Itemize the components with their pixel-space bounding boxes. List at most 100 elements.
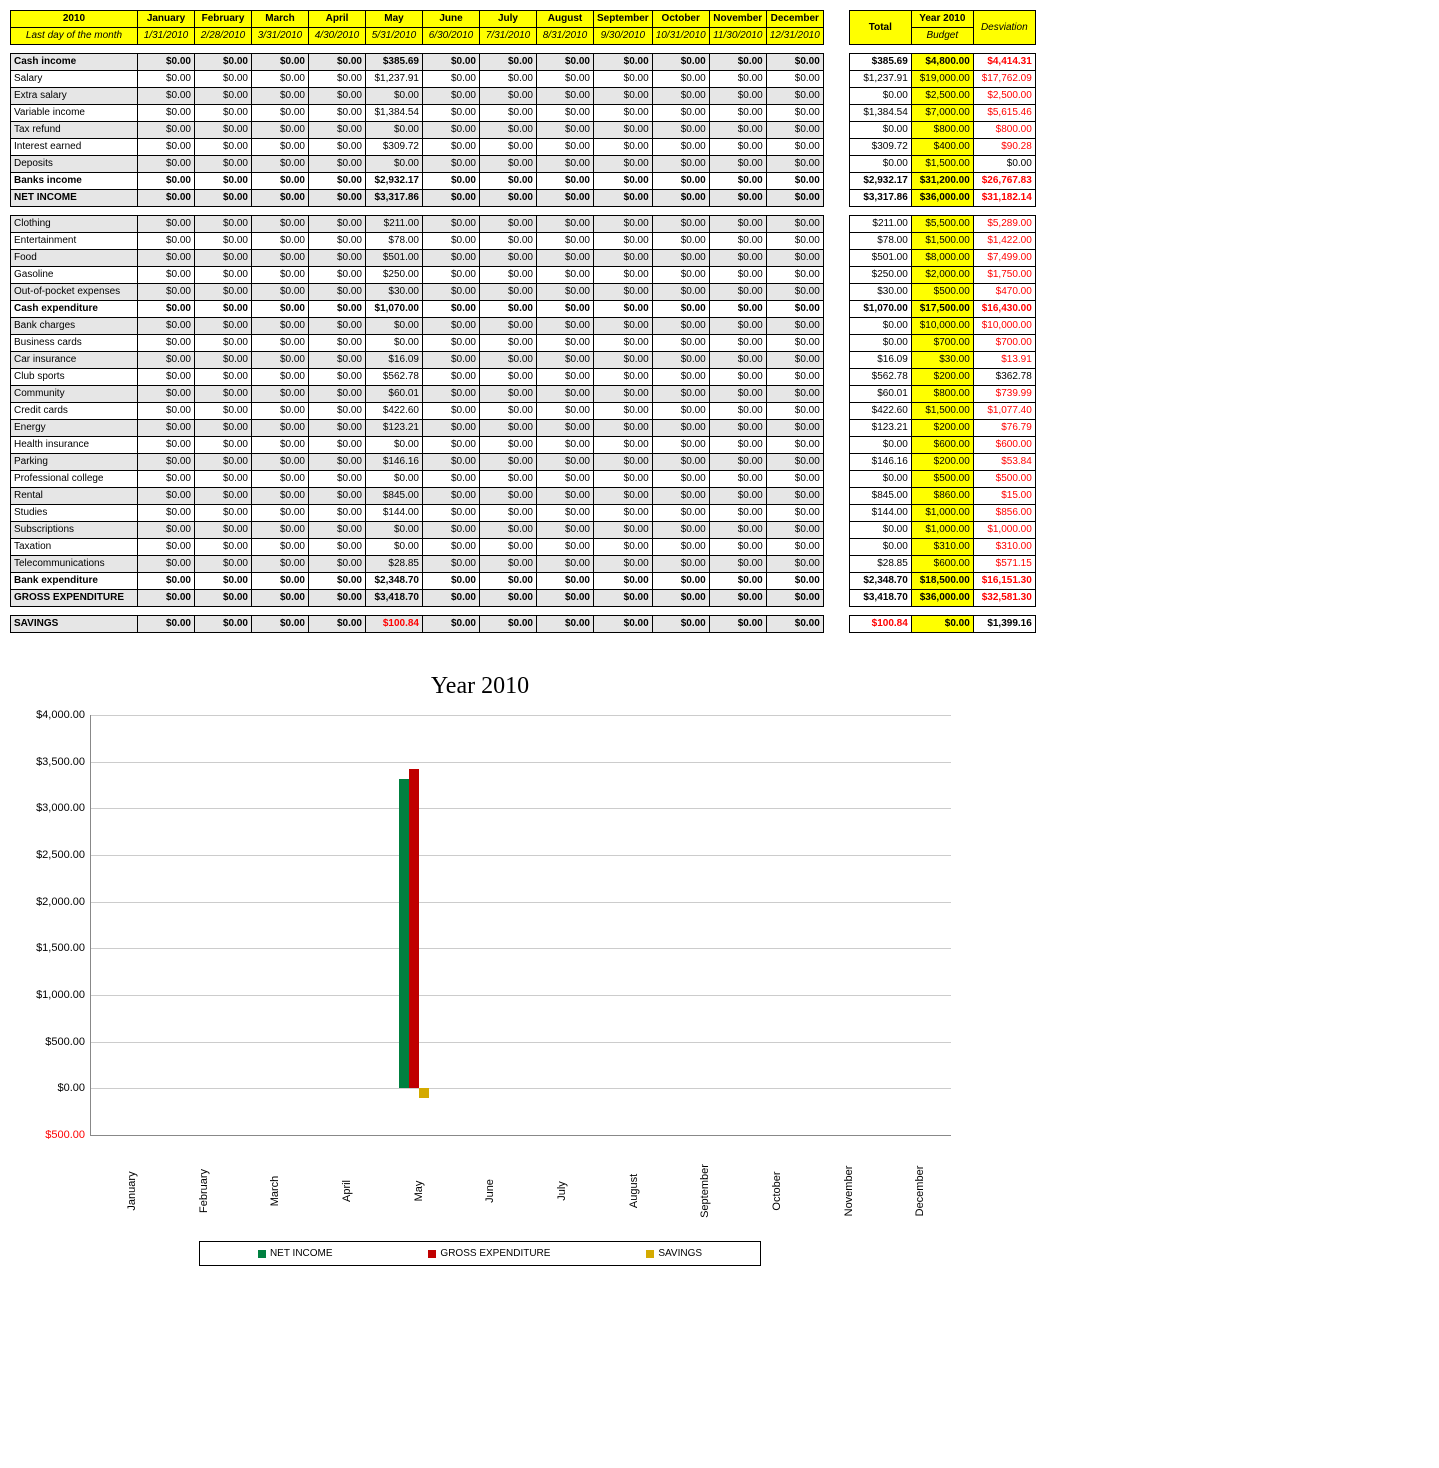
budget-cell: $500.00	[911, 284, 973, 301]
x-tick-label: January	[126, 1171, 138, 1210]
cell-value: $0.00	[309, 471, 366, 488]
deviation-cell: $7,499.00	[973, 250, 1035, 267]
cell-value: $28.85	[366, 556, 423, 573]
cell-value: $0.00	[309, 301, 366, 318]
cell-value: $0.00	[537, 403, 594, 420]
cell-value: $0.00	[709, 122, 766, 139]
cell-value: $3,418.70	[366, 590, 423, 607]
cell-value: $0.00	[195, 190, 252, 207]
row-label: Food	[11, 250, 138, 267]
cell-value: $309.72	[366, 139, 423, 156]
cell-value: $0.00	[652, 156, 709, 173]
cell-value: $0.00	[309, 190, 366, 207]
cell-value: $0.00	[195, 454, 252, 471]
cell-value: $0.00	[195, 352, 252, 369]
cell-value: $0.00	[709, 250, 766, 267]
summary-row: $123.21$200.00$76.79	[849, 420, 1035, 437]
summary-row: $309.72$400.00$90.28	[849, 139, 1035, 156]
cell-value: $0.00	[594, 471, 653, 488]
cell-value: $0.00	[766, 590, 823, 607]
budget-cell: $1,000.00	[911, 522, 973, 539]
cell-value: $0.00	[537, 573, 594, 590]
header-month: September	[594, 11, 653, 28]
cell-value: $0.00	[252, 88, 309, 105]
cell-value: $0.00	[480, 335, 537, 352]
cell-value: $0.00	[652, 267, 709, 284]
total-cell: $501.00	[849, 250, 911, 267]
header-date: 10/31/2010	[652, 28, 709, 45]
cell-value: $0.00	[138, 122, 195, 139]
cell-value: $0.00	[309, 522, 366, 539]
deviation-cell: $600.00	[973, 437, 1035, 454]
cell-value: $0.00	[138, 105, 195, 122]
cell-value: $0.00	[423, 386, 480, 403]
cell-value: $0.00	[195, 105, 252, 122]
y-tick-label: $1,500.00	[36, 942, 91, 954]
summary-row: $250.00$2,000.00$1,750.00	[849, 267, 1035, 284]
cell-value: $0.00	[537, 139, 594, 156]
budget-cell: $800.00	[911, 122, 973, 139]
header-date: 2/28/2010	[195, 28, 252, 45]
cell-value: $0.00	[537, 590, 594, 607]
cell-value: $0.00	[594, 105, 653, 122]
table-row: Cash income$0.00$0.00$0.00$0.00$385.69$0…	[11, 54, 824, 71]
cell-value: $0.00	[252, 105, 309, 122]
cell-value: $0.00	[537, 488, 594, 505]
budget-cell: $18,500.00	[911, 573, 973, 590]
cell-value: $0.00	[594, 539, 653, 556]
cell-value: $0.00	[252, 386, 309, 403]
table-row: Out-of-pocket expenses$0.00$0.00$0.00$0.…	[11, 284, 824, 301]
table-row: Community$0.00$0.00$0.00$0.00$60.01$0.00…	[11, 386, 824, 403]
cell-value: $0.00	[594, 267, 653, 284]
cell-value: $0.00	[480, 386, 537, 403]
deviation-cell: $15.00	[973, 488, 1035, 505]
summary-row: $3,317.86$36,000.00$31,182.14	[849, 190, 1035, 207]
cell-value: $0.00	[252, 284, 309, 301]
cell-value: $0.00	[195, 505, 252, 522]
cell-value: $0.00	[709, 301, 766, 318]
cell-value: $0.00	[195, 488, 252, 505]
cell-value: $0.00	[537, 471, 594, 488]
cell-value: $0.00	[138, 71, 195, 88]
total-cell: $2,932.17	[849, 173, 911, 190]
budget-cell: $36,000.00	[911, 590, 973, 607]
cell-value: $0.00	[309, 318, 366, 335]
cell-value: $0.00	[138, 539, 195, 556]
cell-value: $0.00	[594, 173, 653, 190]
budget-cell: $10,000.00	[911, 318, 973, 335]
cell-value: $0.00	[766, 250, 823, 267]
table-row: Tax refund$0.00$0.00$0.00$0.00$0.00$0.00…	[11, 122, 824, 139]
cell-value: $0.00	[537, 233, 594, 250]
budget-cell: $200.00	[911, 420, 973, 437]
cell-value: $0.00	[138, 369, 195, 386]
cell-value: $0.00	[252, 301, 309, 318]
row-label: Studies	[11, 505, 138, 522]
row-label: Entertainment	[11, 233, 138, 250]
summary-header: Year 2010	[911, 11, 973, 28]
cell-value: $0.00	[138, 233, 195, 250]
cell-value: $0.00	[138, 437, 195, 454]
total-cell: $3,317.86	[849, 190, 911, 207]
budget-cell: $4,800.00	[911, 54, 973, 71]
cell-value: $0.00	[709, 454, 766, 471]
cell-value: $0.00	[480, 318, 537, 335]
table-row: Bank charges$0.00$0.00$0.00$0.00$0.00$0.…	[11, 318, 824, 335]
total-cell: $211.00	[849, 216, 911, 233]
cell-value: $0.00	[138, 88, 195, 105]
row-label: GROSS EXPENDITURE	[11, 590, 138, 607]
cell-value: $0.00	[537, 156, 594, 173]
cell-value: $0.00	[252, 156, 309, 173]
cell-value: $0.00	[709, 284, 766, 301]
deviation-cell: $700.00	[973, 335, 1035, 352]
cell-value: $0.00	[195, 616, 252, 633]
budget-cell: $2,000.00	[911, 267, 973, 284]
cell-value: $0.00	[594, 88, 653, 105]
cell-value: $0.00	[138, 250, 195, 267]
total-cell: $0.00	[849, 156, 911, 173]
cell-value: $0.00	[423, 488, 480, 505]
deviation-cell: $500.00	[973, 471, 1035, 488]
cell-value: $0.00	[537, 369, 594, 386]
cell-value: $0.00	[195, 369, 252, 386]
cell-value: $0.00	[652, 173, 709, 190]
cell-value: $0.00	[480, 139, 537, 156]
